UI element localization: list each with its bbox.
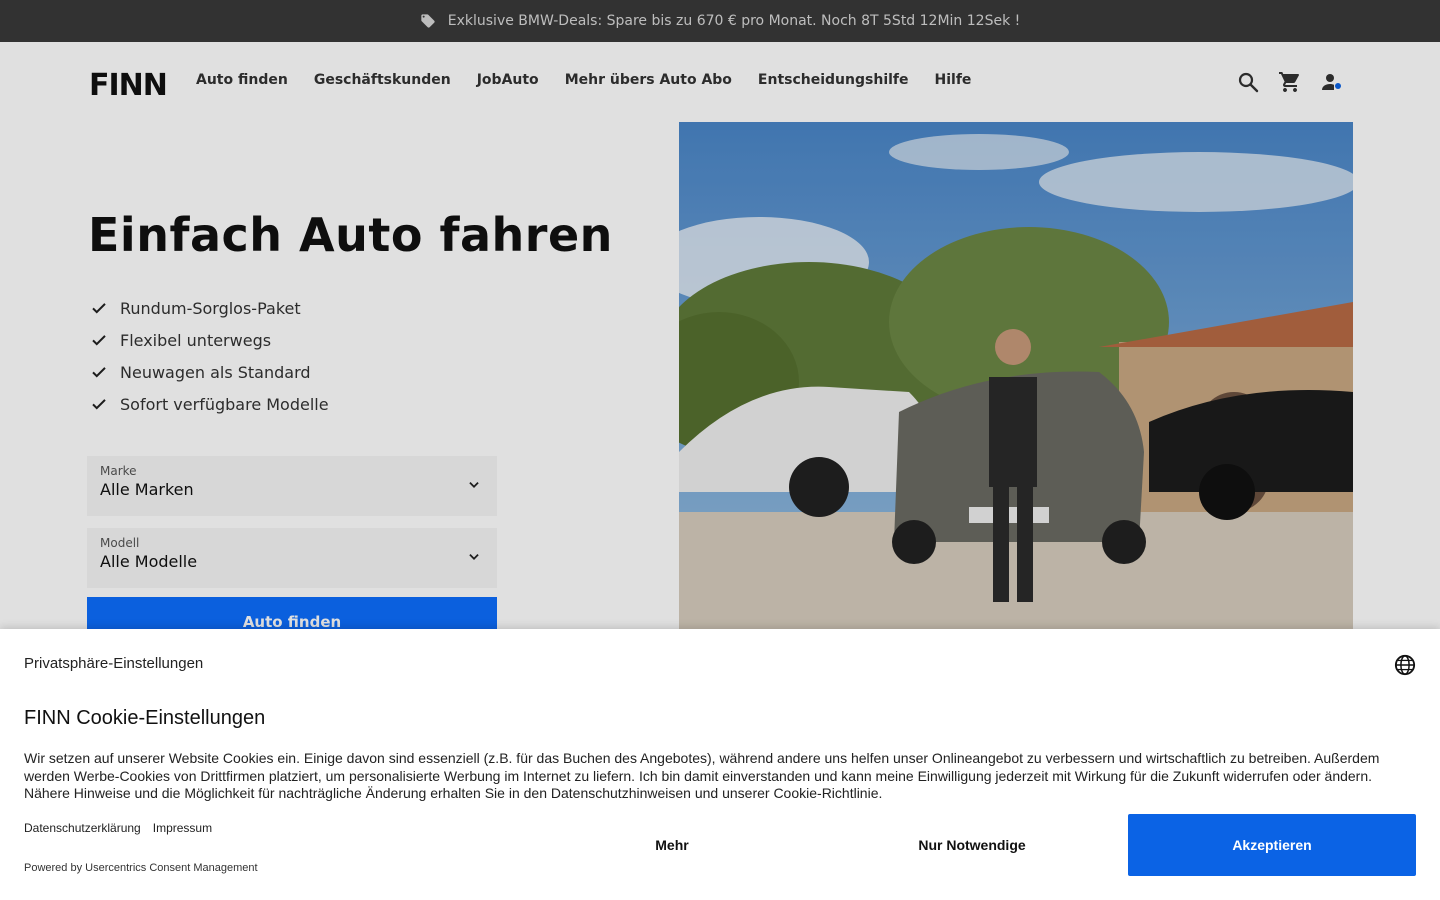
hero-photo xyxy=(679,122,1353,642)
nav-jobauto[interactable]: JobAuto xyxy=(477,72,539,88)
privacy-policy-link[interactable]: Datenschutzerklärung xyxy=(24,821,141,835)
finn-logo[interactable]: FINN xyxy=(89,68,168,103)
accept-button[interactable]: Akzeptieren xyxy=(1128,814,1416,876)
nav-auto-finden[interactable]: Auto finden xyxy=(196,72,288,88)
chevron-down-icon xyxy=(469,554,479,560)
check-icon xyxy=(92,335,106,346)
globe-icon[interactable] xyxy=(1394,654,1416,676)
feature-label: Sofort verfügbare Modelle xyxy=(120,394,329,414)
nav-mehr-uebers-auto-abo[interactable]: Mehr übers Auto Abo xyxy=(565,72,732,88)
necessary-only-button[interactable]: Nur Notwendige xyxy=(828,814,1116,876)
modell-label: Modell xyxy=(100,536,140,550)
nav-geschaeftskunden[interactable]: Geschäftskunden xyxy=(314,72,451,88)
hero-photo-illustration xyxy=(679,122,1353,642)
cookie-links: Datenschutzerklärung Impressum xyxy=(24,821,212,835)
feature-item: Sofort verfügbare Modelle xyxy=(90,388,329,420)
hero-title: Einfach Auto fahren xyxy=(88,208,613,262)
marke-select[interactable]: Marke Alle Marken xyxy=(87,456,497,516)
main-nav: Auto finden Geschäftskunden JobAuto Mehr… xyxy=(196,72,971,88)
site-header: FINN Auto finden Geschäftskunden JobAuto… xyxy=(0,42,1440,122)
chevron-down-icon xyxy=(469,482,479,488)
privacy-settings-title: Privatsphäre-Einstellungen xyxy=(24,655,204,672)
user-icon[interactable] xyxy=(1320,70,1344,94)
feature-item: Flexibel unterwegs xyxy=(90,324,329,356)
modell-value: Alle Modelle xyxy=(100,552,198,571)
feature-item: Neuwagen als Standard xyxy=(90,356,329,388)
nav-hilfe[interactable]: Hilfe xyxy=(935,72,972,88)
tag-icon xyxy=(421,14,435,28)
feature-label: Neuwagen als Standard xyxy=(120,362,311,382)
feature-item: Rundum-Sorglos-Paket xyxy=(90,292,329,324)
cookie-description: Wir setzen auf unserer Website Cookies e… xyxy=(24,750,1380,801)
cookie-banner: Privatsphäre-Einstellungen FINN Cookie-E… xyxy=(0,629,1440,900)
powered-by-text: Powered by Usercentrics Consent Manageme… xyxy=(24,862,258,874)
nav-entscheidungshilfe[interactable]: Entscheidungshilfe xyxy=(758,72,909,88)
cart-icon[interactable] xyxy=(1278,70,1302,94)
marke-label: Marke xyxy=(100,464,137,478)
feature-label: Rundum-Sorglos-Paket xyxy=(120,298,301,318)
promo-bar[interactable]: Exklusive BMW-Deals: Spare bis zu 670 € … xyxy=(0,0,1440,42)
header-actions xyxy=(1236,70,1344,94)
imprint-link[interactable]: Impressum xyxy=(153,821,212,835)
feature-list: Rundum-Sorglos-Paket Flexibel unterwegs … xyxy=(90,292,329,420)
modell-select[interactable]: Modell Alle Modelle xyxy=(87,528,497,588)
feature-label: Flexibel unterwegs xyxy=(120,330,272,350)
check-icon xyxy=(92,399,106,410)
more-button[interactable]: Mehr xyxy=(528,814,816,876)
check-icon xyxy=(92,367,106,378)
check-icon xyxy=(92,303,106,314)
promo-text: Exklusive BMW-Deals: Spare bis zu 670 € … xyxy=(447,13,1021,29)
cookie-title: FINN Cookie-Einstellungen xyxy=(24,707,266,729)
marke-value: Alle Marken xyxy=(100,480,194,499)
search-icon[interactable] xyxy=(1236,70,1260,94)
